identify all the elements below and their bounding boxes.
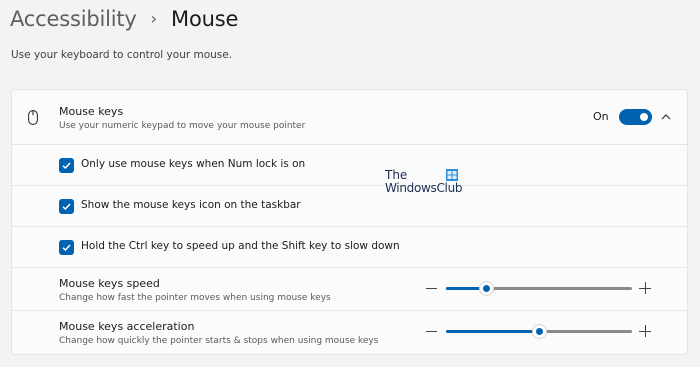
mouse-keys-speed-description: Change how fast the pointer moves when u…	[59, 293, 331, 303]
show-taskbar-icon-checkbox[interactable]	[59, 199, 74, 214]
page-subtitle: Use your keyboard to control your mouse.	[11, 49, 233, 61]
toggle-knob	[640, 113, 648, 121]
mouse-keys-speed-title: Mouse keys speed	[59, 277, 160, 290]
num-lock-only-label: Only use mouse keys when Num lock is on	[81, 158, 306, 170]
option-row: Only use mouse keys when Num lock is on	[12, 145, 687, 186]
slider-thumb[interactable]	[532, 325, 546, 338]
slider-thumb[interactable]	[480, 282, 494, 295]
plus-icon	[639, 282, 651, 294]
mouse-keys-toggle[interactable]	[619, 109, 652, 125]
breadcrumb-accessibility-link[interactable]: Accessibility	[10, 7, 137, 31]
mouse-keys-title: Mouse keys	[59, 105, 124, 118]
mouse-keys-header[interactable]: Mouse keys Use your numeric keypad to mo…	[12, 90, 687, 145]
slider-row: Mouse keys acceleration Change how quick…	[12, 311, 687, 354]
checkmark-icon	[62, 203, 71, 211]
show-taskbar-icon-label: Show the mouse keys icon on the taskbar	[81, 199, 301, 211]
mouse-keys-toggle-status: On	[593, 110, 609, 123]
breadcrumb-separator-icon: ›	[150, 8, 158, 28]
breadcrumb: Accessibility › Mouse	[10, 4, 238, 34]
chevron-up-icon[interactable]	[659, 110, 673, 124]
num-lock-only-checkbox[interactable]	[59, 158, 74, 173]
watermark-line1: The	[385, 168, 408, 182]
ctrl-shift-speed-label: Hold the Ctrl key to speed up and the Sh…	[81, 240, 400, 252]
watermark-line2: WindowsClub	[385, 181, 463, 195]
option-row: Hold the Ctrl key to speed up and the Sh…	[12, 227, 687, 268]
mouse-icon	[28, 110, 38, 125]
watermark-logo-icon	[446, 169, 458, 181]
plus-icon	[639, 325, 651, 337]
mouse-keys-card: Mouse keys Use your numeric keypad to mo…	[11, 89, 688, 355]
minus-icon	[426, 288, 437, 290]
checkmark-icon	[62, 244, 71, 252]
slider-fill	[446, 330, 539, 333]
minus-icon	[426, 331, 437, 333]
mouse-keys-acceleration-description: Change how quickly the pointer starts & …	[59, 336, 379, 346]
page-title: Mouse	[171, 7, 239, 31]
slider-row: Mouse keys speed Change how fast the poi…	[12, 268, 687, 311]
ctrl-shift-speed-checkbox[interactable]	[59, 240, 74, 255]
mouse-keys-acceleration-title: Mouse keys acceleration	[59, 320, 195, 333]
option-row: Show the mouse keys icon on the taskbar	[12, 186, 687, 227]
checkmark-icon	[62, 162, 71, 170]
mouse-keys-acceleration-slider[interactable]	[446, 325, 632, 338]
mouse-keys-speed-slider[interactable]	[446, 282, 632, 295]
mouse-keys-description: Use your numeric keypad to move your mou…	[59, 121, 306, 131]
watermark: The WindowsClub	[385, 168, 465, 198]
